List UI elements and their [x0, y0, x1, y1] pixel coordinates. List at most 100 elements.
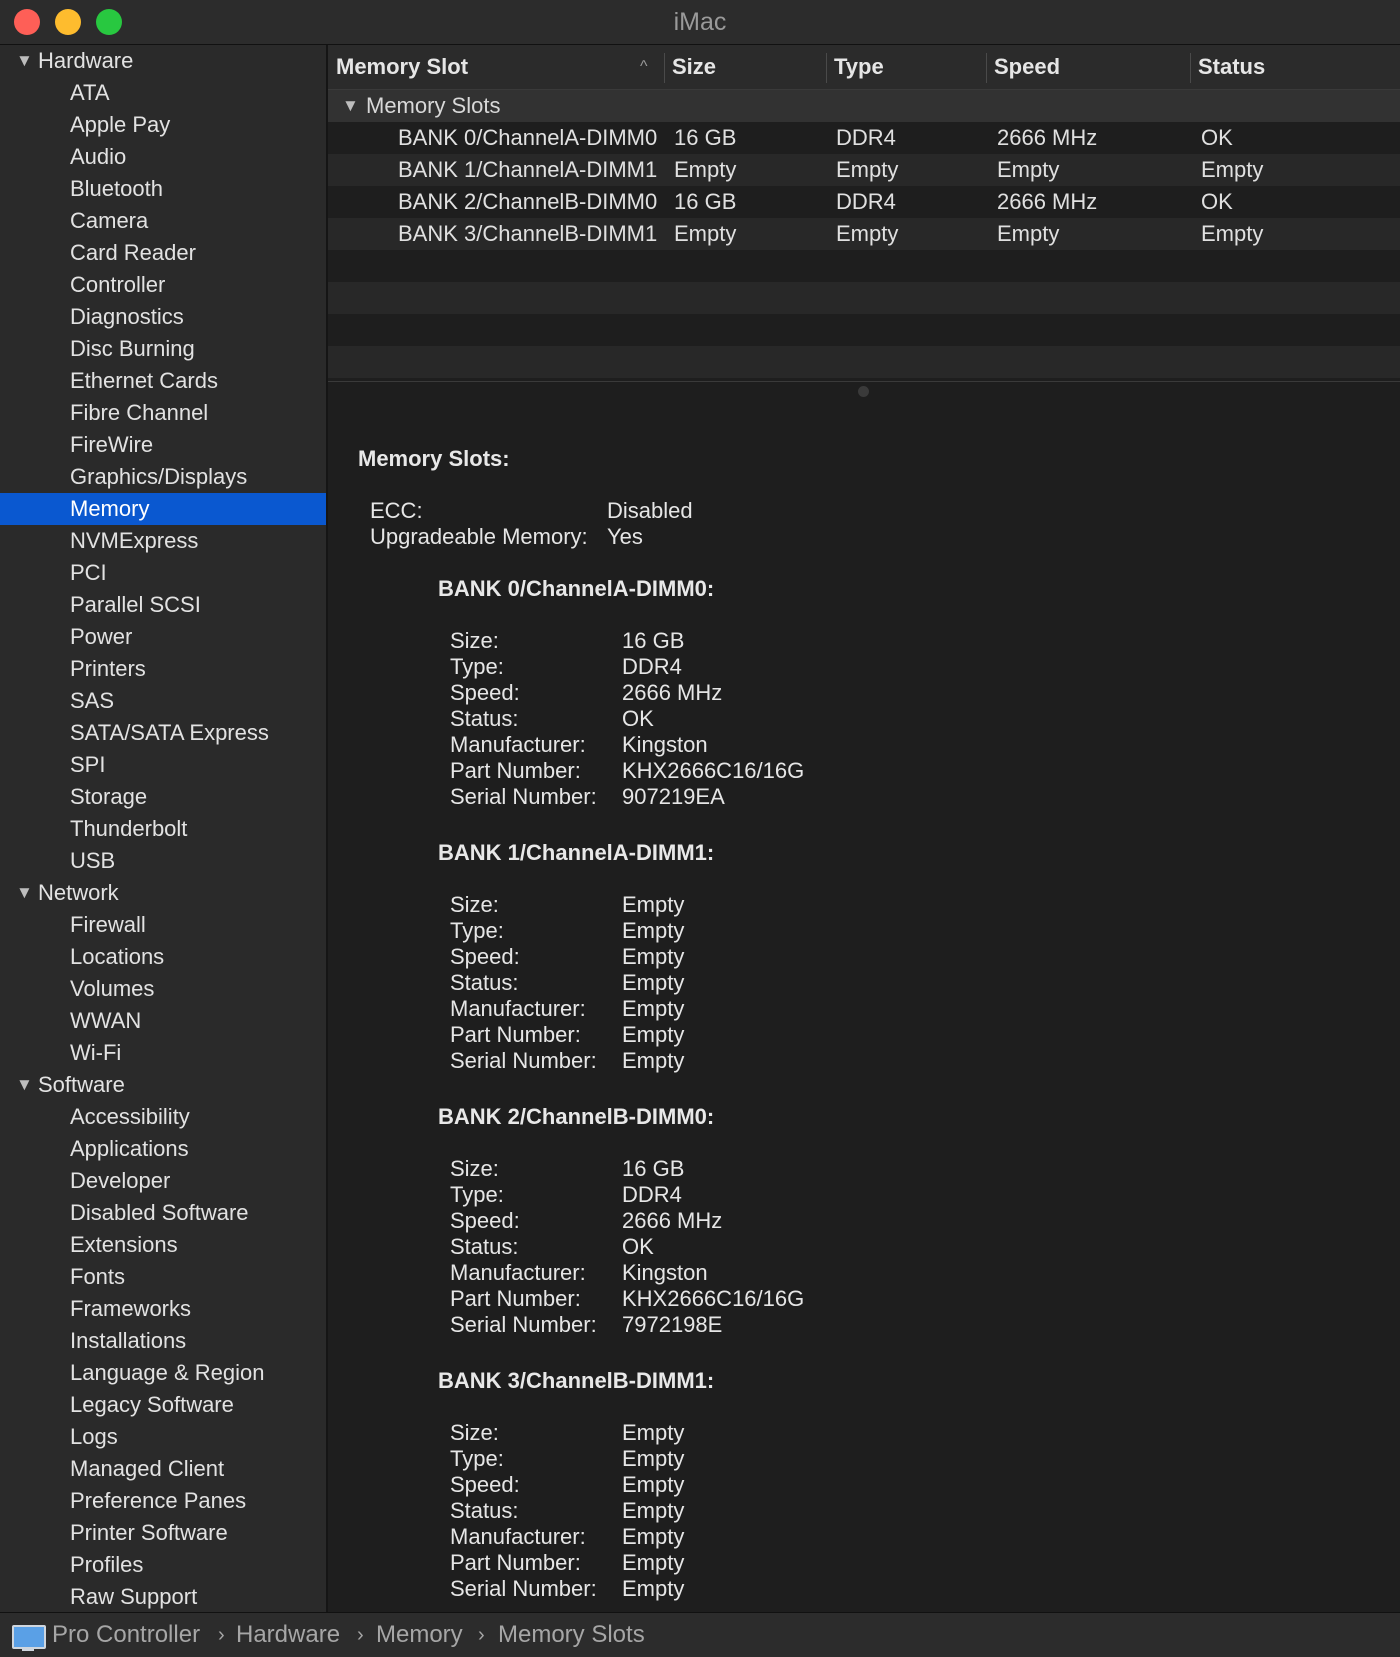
sidebar-item-usb[interactable]: USB [0, 845, 326, 877]
sidebar-item-parallel-scsi[interactable]: Parallel SCSI [0, 589, 326, 621]
memory-table[interactable]: ▼ Memory Slots BANK 0/ChannelA-DIMM0 16 … [328, 90, 1400, 378]
detail-label: Size: [450, 1420, 499, 1445]
column-header-speed[interactable]: Speed [994, 45, 1060, 89]
sidebar-group-hardware[interactable]: ▼ Hardware [0, 45, 326, 77]
sidebar-item-printer-software[interactable]: Printer Software [0, 1517, 326, 1549]
detail-value: Kingston [622, 1260, 708, 1285]
column-divider[interactable] [986, 53, 987, 83]
sidebar-item-diagnostics[interactable]: Diagnostics [0, 301, 326, 333]
sidebar-item-firewire[interactable]: FireWire [0, 429, 326, 461]
sidebar-item-applications[interactable]: Applications [0, 1133, 326, 1165]
sidebar-item-wwan[interactable]: WWAN [0, 1005, 326, 1037]
sidebar-item-apple-pay[interactable]: Apple Pay [0, 109, 326, 141]
sidebar-item-frameworks[interactable]: Frameworks [0, 1293, 326, 1325]
sidebar[interactable]: ▼ Hardware ATA Apple Pay Audio Bluetooth Camer… [0, 45, 328, 1612]
sidebar-group-label: Software [38, 1072, 125, 1097]
disclosure-triangle-icon[interactable]: ▼ [342, 90, 359, 122]
sidebar-item-fonts[interactable]: Fonts [0, 1261, 326, 1293]
sidebar-item-sas[interactable]: SAS [0, 685, 326, 717]
detail-value: 907219EA [622, 784, 725, 809]
sidebar-item-bluetooth[interactable]: Bluetooth [0, 173, 326, 205]
sidebar-item-managed-client[interactable]: Managed Client [0, 1453, 326, 1485]
disclosure-triangle-icon[interactable]: ▼ [16, 1069, 33, 1101]
sidebar-item-audio[interactable]: Audio [0, 141, 326, 173]
table-row[interactable]: BANK 2/ChannelB-DIMM0 16 GB DDR4 2666 MH… [328, 186, 1400, 218]
detail-label: Status: [450, 970, 519, 995]
sidebar-item-ethernet-cards[interactable]: Ethernet Cards [0, 365, 326, 397]
table-row[interactable]: BANK 3/ChannelB-DIMM1 Empty Empty Empty … [328, 218, 1400, 250]
detail-value: Empty [622, 970, 685, 995]
table-row[interactable]: BANK 1/ChannelA-DIMM1 Empty Empty Empty … [328, 154, 1400, 186]
table-row[interactable]: BANK 0/ChannelA-DIMM0 16 GB DDR4 2666 MH… [328, 122, 1400, 154]
sidebar-item-graphics-displays[interactable]: Graphics/Displays [0, 461, 326, 493]
sidebar-item-locations[interactable]: Locations [0, 941, 326, 973]
column-divider[interactable] [1190, 53, 1191, 83]
sidebar-item-printers[interactable]: Printers [0, 653, 326, 685]
sidebar-item-logs[interactable]: Logs [0, 1421, 326, 1453]
sort-ascending-icon: ^ [640, 58, 648, 75]
detail-value: Yes [607, 524, 643, 549]
disclosure-triangle-icon[interactable]: ▼ [16, 877, 33, 909]
sidebar-item-developer[interactable]: Developer [0, 1165, 326, 1197]
sidebar-item-pci[interactable]: PCI [0, 557, 326, 589]
sidebar-item-raw-support[interactable]: Raw Support [0, 1581, 326, 1612]
sidebar-item-preference-panes[interactable]: Preference Panes [0, 1485, 326, 1517]
detail-value: Empty [622, 918, 685, 943]
sidebar-item-installations[interactable]: Installations [0, 1325, 326, 1357]
detail-label: Status: [450, 1234, 519, 1259]
detail-label: Type: [450, 1446, 504, 1471]
pane-splitter[interactable] [328, 381, 1400, 403]
imac-stand [22, 1647, 34, 1651]
disclosure-triangle-icon[interactable]: ▼ [16, 45, 33, 77]
detail-value: Empty [622, 1524, 685, 1549]
sidebar-item-storage[interactable]: Storage [0, 781, 326, 813]
sidebar-item-fibre-channel[interactable]: Fibre Channel [0, 397, 326, 429]
sidebar-item-camera[interactable]: Camera [0, 205, 326, 237]
detail-value: DDR4 [622, 1182, 682, 1207]
sidebar-group-software[interactable]: ▼ Software [0, 1069, 326, 1101]
sidebar-item-card-reader[interactable]: Card Reader [0, 237, 326, 269]
detail-label: Speed: [450, 1208, 520, 1233]
detail-value: 7972198E [622, 1312, 723, 1337]
sidebar-item-legacy-software[interactable]: Legacy Software [0, 1389, 326, 1421]
sidebar-item-nvmexpress[interactable]: NVMExpress [0, 525, 326, 557]
detail-value: DDR4 [622, 654, 682, 679]
bank-heading: BANK 0/ChannelA-DIMM0: [438, 576, 715, 601]
sidebar-item-power[interactable]: Power [0, 621, 326, 653]
splitter-handle-icon[interactable] [858, 386, 869, 397]
sidebar-item-wi-fi[interactable]: Wi-Fi [0, 1037, 326, 1069]
table-group-row[interactable]: ▼ Memory Slots [328, 90, 1400, 122]
breadcrumb-computer[interactable]: Pro Controller [52, 1613, 200, 1657]
sidebar-item-language-region[interactable]: Language & Region [0, 1357, 326, 1389]
sidebar-item-extensions[interactable]: Extensions [0, 1229, 326, 1261]
detail-label: Manufacturer: [450, 1524, 586, 1549]
breadcrumb-hardware[interactable]: Hardware [236, 1613, 340, 1657]
detail-label: Status: [450, 1498, 519, 1523]
sidebar-item-ata[interactable]: ATA [0, 77, 326, 109]
detail-value: KHX2666C16/16G [622, 1286, 805, 1311]
column-divider[interactable] [664, 53, 665, 83]
sidebar-item-thunderbolt[interactable]: Thunderbolt [0, 813, 326, 845]
breadcrumb-memory[interactable]: Memory [376, 1613, 463, 1657]
sidebar-item-firewall[interactable]: Firewall [0, 909, 326, 941]
detail-label: Type: [450, 654, 504, 679]
sidebar-item-disc-burning[interactable]: Disc Burning [0, 333, 326, 365]
sidebar-item-accessibility[interactable]: Accessibility [0, 1101, 326, 1133]
sidebar-item-volumes[interactable]: Volumes [0, 973, 326, 1005]
imac-icon [12, 1625, 46, 1649]
column-header-memory-slot[interactable]: Memory Slot [336, 45, 468, 89]
sidebar-item-controller[interactable]: Controller [0, 269, 326, 301]
column-header-size[interactable]: Size [672, 45, 716, 89]
column-divider[interactable] [826, 53, 827, 83]
breadcrumb-memory-slots[interactable]: Memory Slots [498, 1613, 645, 1657]
sidebar-item-disabled-software[interactable]: Disabled Software [0, 1197, 326, 1229]
sidebar-item-profiles[interactable]: Profiles [0, 1549, 326, 1581]
sidebar-item-sata-sata-express[interactable]: SATA/SATA Express [0, 717, 326, 749]
sidebar-item-spi[interactable]: SPI [0, 749, 326, 781]
sidebar-group-network[interactable]: ▼ Network [0, 877, 326, 909]
bank-heading: BANK 2/ChannelB-DIMM0: [438, 1104, 715, 1129]
table-cell: 2666 MHz [997, 125, 1098, 150]
column-header-status[interactable]: Status [1198, 45, 1265, 89]
sidebar-item-memory[interactable]: Memory [0, 493, 326, 525]
column-header-type[interactable]: Type [834, 45, 884, 89]
